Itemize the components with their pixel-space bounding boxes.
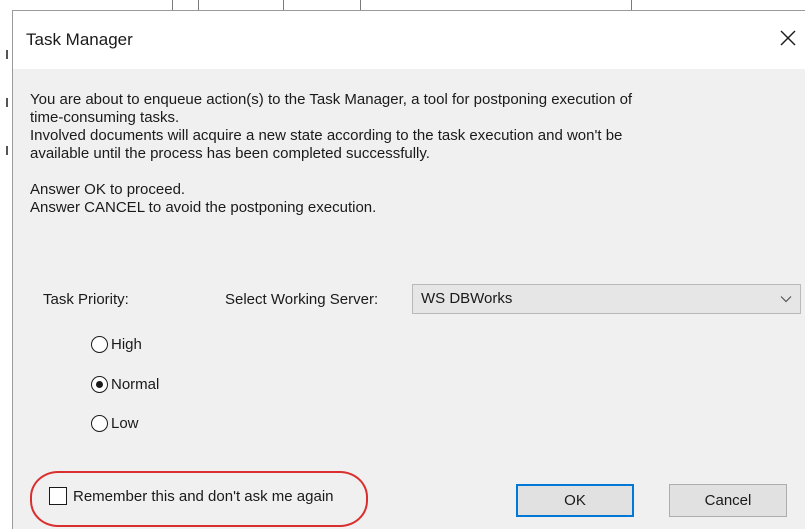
ok-button[interactable]: OK — [516, 484, 634, 517]
background-divider — [172, 0, 173, 10]
working-server-label: Select Working Server: — [225, 291, 379, 308]
radio-selected-dot — [95, 380, 103, 388]
close-icon — [780, 30, 796, 46]
radio-button — [91, 336, 108, 353]
background-divider — [283, 0, 284, 10]
radio-button-selected — [91, 376, 108, 393]
remember-label: Remember this and don't ask me again — [73, 487, 334, 505]
background-mark — [6, 50, 8, 59]
task-manager-dialog: Task Manager You are about to enqueue ac… — [12, 10, 805, 529]
background-divider — [360, 0, 361, 10]
working-server-value: WS DBWorks — [421, 290, 513, 307]
working-server-select[interactable]: WS DBWorks — [412, 284, 801, 314]
cancel-button[interactable]: Cancel — [669, 484, 787, 517]
radio-button — [91, 415, 108, 432]
dialog-titlebar: Task Manager — [13, 11, 805, 69]
message-line: Answer CANCEL to avoid the postponing ex… — [30, 199, 377, 216]
message-line: Involved documents will acquire a new st… — [30, 127, 623, 144]
close-button[interactable] — [773, 23, 803, 53]
checkbox-box — [49, 487, 67, 505]
background-mark — [6, 98, 8, 107]
background-divider — [198, 0, 199, 10]
radio-label: Normal — [111, 376, 160, 393]
background-mark — [6, 146, 8, 155]
remember-checkbox[interactable]: Remember this and don't ask me again — [49, 487, 334, 505]
radio-label: High — [111, 336, 142, 353]
chevron-down-icon — [780, 296, 792, 303]
message-line: time-consuming tasks. — [30, 109, 180, 126]
screen: Task Manager You are about to enqueue ac… — [0, 0, 805, 529]
background-divider — [631, 0, 632, 10]
priority-radio-normal[interactable]: Normal — [91, 376, 159, 393]
dialog-title: Task Manager — [26, 30, 133, 49]
message-line: You are about to enqueue action(s) to th… — [30, 91, 633, 108]
task-priority-label: Task Priority: — [43, 291, 129, 308]
dialog-message: You are about to enqueue action(s) to th… — [30, 91, 790, 217]
priority-radio-high[interactable]: High — [91, 336, 142, 353]
radio-label: Low — [111, 415, 139, 432]
priority-radio-low[interactable]: Low — [91, 415, 139, 432]
message-line: available until the process has been com… — [30, 145, 430, 162]
message-line: Answer OK to proceed. — [30, 181, 186, 198]
